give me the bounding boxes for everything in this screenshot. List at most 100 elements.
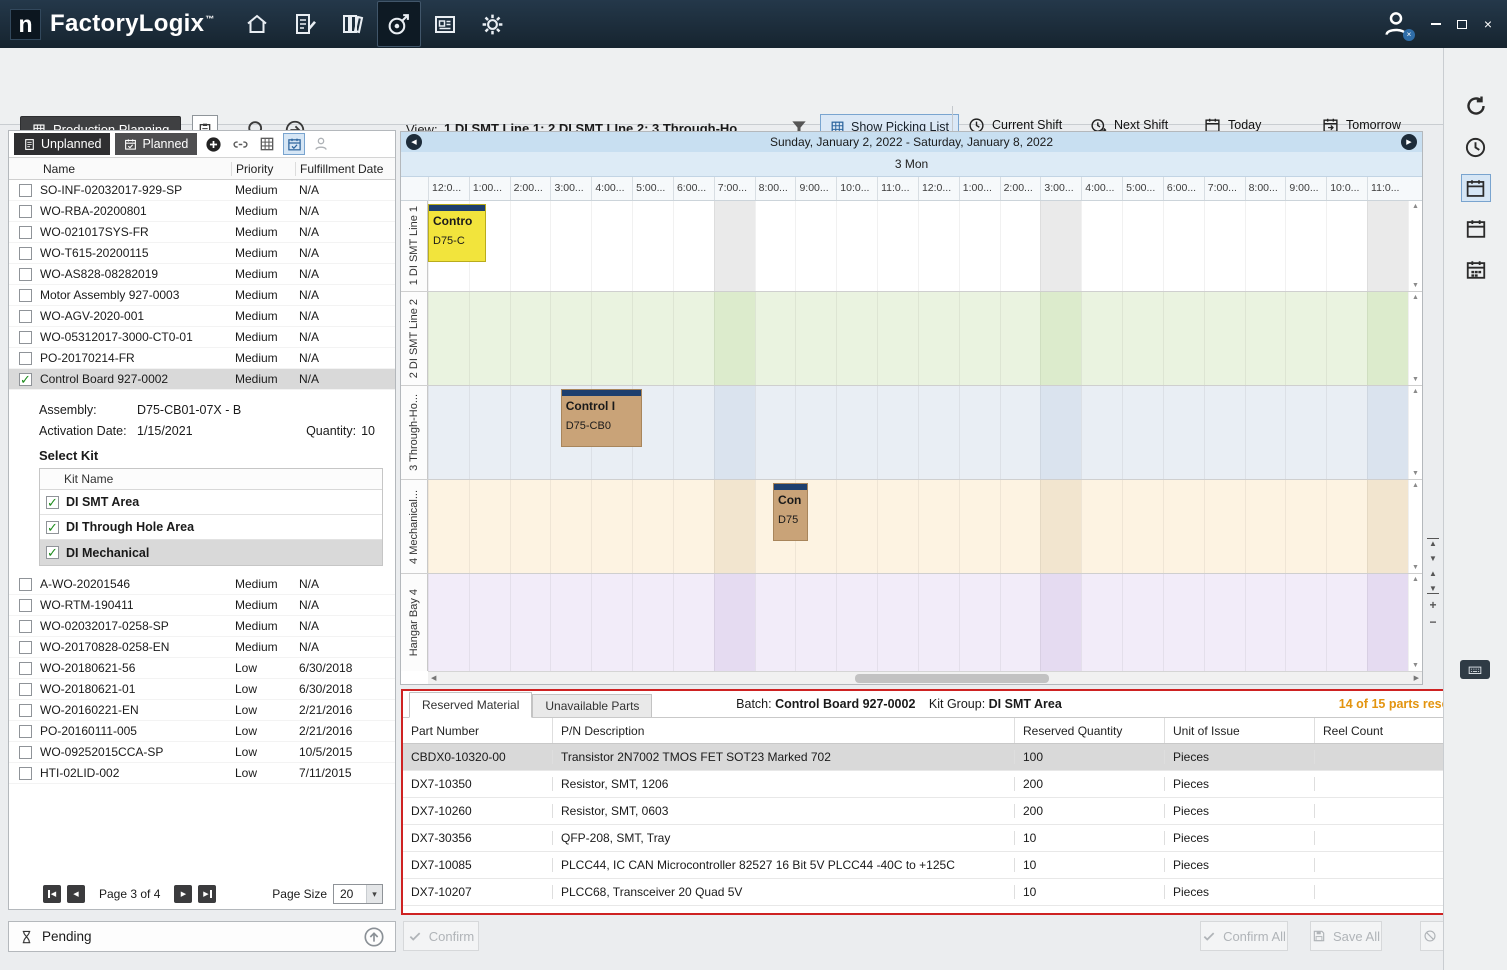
work-order-checkbox[interactable] [19,289,32,302]
horizontal-scrollbar[interactable]: ◀ ▶ [428,671,1422,684]
lane-grid[interactable]: ControD75-C [428,201,1408,291]
work-order-row[interactable]: WO-021017SYS-FRMediumN/A [9,222,395,243]
batch-grid-button[interactable] [256,133,278,155]
maximize-button[interactable] [1451,13,1473,35]
lane-scroll-up-icon[interactable]: ▲ [1412,576,1419,583]
work-order-row[interactable]: SO-INF-02032017-929-SPMediumN/A [9,180,395,201]
work-order-row[interactable]: HTI-02LID-002Low7/11/2015 [9,763,395,784]
work-order-checkbox[interactable] [19,352,32,365]
scroll-right-icon[interactable]: ▶ [1414,674,1419,682]
nav-scheduling-button[interactable] [377,1,421,47]
close-button[interactable]: × [1477,13,1499,35]
work-order-checkbox[interactable] [19,247,32,260]
lane-scroll-down-icon[interactable]: ▼ [1412,376,1419,383]
lane-scrollbar[interactable]: ▲▼ [1408,386,1422,479]
nav-news-button[interactable] [421,0,469,48]
work-order-row[interactable]: WO-20160221-ENLow2/21/2016 [9,700,395,721]
column-header-reserved-quantity[interactable]: Reserved Quantity [1015,718,1165,743]
next-page-button[interactable]: ▶ [174,885,192,903]
timeline-view-button[interactable] [1461,133,1491,161]
work-order-checkbox[interactable] [19,683,32,696]
lane-scroll-down-icon[interactable]: ▼ [1412,564,1419,571]
schedule-task[interactable]: ConD75 [773,483,808,541]
last-page-button[interactable]: ▶ [198,885,216,903]
week-view-button[interactable] [1461,215,1491,243]
lane-grid[interactable]: Control ID75-CB0 [428,386,1408,479]
kit-checkbox[interactable]: ✓ [46,546,59,559]
page-up-button[interactable]: ▲ [1427,569,1439,578]
work-order-row[interactable]: A-WO-20201546MediumN/A [9,574,395,595]
link-work-order-button[interactable] [229,133,251,155]
scroll-left-icon[interactable]: ◀ [431,674,436,682]
nav-library-button[interactable] [329,0,377,48]
previous-period-button[interactable]: ◀ [406,134,422,150]
work-order-checkbox[interactable] [19,725,32,738]
nav-work-orders-button[interactable] [281,0,329,48]
lane-scroll-down-icon[interactable]: ▼ [1412,662,1419,669]
work-order-row[interactable]: WO-T615-20200115MediumN/A [9,243,395,264]
part-row[interactable]: DX7-10085PLCC44, IC CAN Microcontroller … [403,852,1470,879]
column-header-description[interactable]: P/N Description [553,718,1015,743]
work-order-checkbox[interactable] [19,184,32,197]
lane-grid[interactable] [428,292,1408,385]
work-order-checkbox[interactable] [19,746,32,759]
work-order-checkbox[interactable] [19,767,32,780]
work-order-row[interactable]: WO-20180621-56Low6/30/2018 [9,658,395,679]
refresh-button[interactable] [1461,92,1491,120]
virtual-keyboard-button[interactable] [1460,660,1490,679]
work-order-row[interactable]: PO-20160111-005Low2/21/2016 [9,721,395,742]
work-order-row[interactable]: WO-09252015CCA-SPLow10/5/2015 [9,742,395,763]
part-row[interactable]: DX7-30356QFP-208, SMT, Tray10Pieces1 [403,825,1470,852]
schedule-task[interactable]: Control ID75-CB0 [561,389,643,447]
work-order-checkbox[interactable] [19,268,32,281]
lane-scroll-down-icon[interactable]: ▼ [1412,282,1419,289]
part-row[interactable]: DX7-10350Resistor, SMT, 1206200Pieces1 [403,771,1470,798]
lane-scroll-up-icon[interactable]: ▲ [1412,388,1419,395]
work-order-row[interactable]: WO-20170828-0258-ENMediumN/A [9,637,395,658]
lane-grid[interactable]: ConD75 [428,480,1408,573]
kit-row[interactable]: ✓DI Through Hole Area [40,515,382,540]
work-order-row[interactable]: ✓Control Board 927-0002MediumN/A [9,369,395,390]
lane-scrollbar[interactable]: ▲▼ [1408,292,1422,385]
day-view-button[interactable] [1461,174,1491,202]
column-header-priority[interactable]: Priority [231,162,295,176]
lane-grid[interactable] [428,574,1408,671]
work-order-row[interactable]: WO-05312017-3000-CT0-01MediumN/A [9,327,395,348]
nav-settings-button[interactable] [469,0,517,48]
column-header-part-number[interactable]: Part Number [403,718,553,743]
next-period-button[interactable]: ▶ [1401,134,1417,150]
kit-row[interactable]: ✓DI Mechanical [40,540,382,565]
expand-panel-button[interactable] [363,926,385,948]
work-order-row[interactable]: WO-AGV-2020-001MediumN/A [9,306,395,327]
user-account-button[interactable]: × [1381,9,1411,39]
column-header-kit-name[interactable]: Kit Name [40,472,113,486]
work-order-row[interactable]: WO-RBA-20200801MediumN/A [9,201,395,222]
lane-scrollbar[interactable]: ▲▼ [1408,201,1422,291]
column-header-name[interactable]: Name [9,162,231,176]
lane-scroll-up-icon[interactable]: ▲ [1412,294,1419,301]
confirm-all-button[interactable]: Confirm All [1200,921,1288,951]
tab-reserved-material[interactable]: Reserved Material [409,692,532,718]
month-view-button[interactable] [1461,256,1491,284]
page-size-select[interactable]: 20 ▾ [333,884,383,904]
column-header-fulfillment-date[interactable]: Fulfillment Date [295,162,395,176]
work-order-checkbox[interactable] [19,599,32,612]
scroll-bottom-button[interactable]: ▼ [1427,584,1439,594]
work-order-row[interactable]: PO-20170214-FRMediumN/A [9,348,395,369]
lane-scroll-up-icon[interactable]: ▲ [1412,203,1419,210]
first-page-button[interactable]: ◀ [43,885,61,903]
page-down-button[interactable]: ▼ [1427,554,1439,563]
work-order-checkbox[interactable] [19,704,32,717]
zoom-in-button[interactable]: + [1427,600,1439,611]
work-order-checkbox[interactable] [19,662,32,675]
kit-checkbox[interactable]: ✓ [46,496,59,509]
work-order-row[interactable]: WO-20180621-01Low6/30/2018 [9,679,395,700]
work-order-checkbox[interactable] [19,226,32,239]
tab-planned[interactable]: Planned [115,133,197,155]
lane-scroll-up-icon[interactable]: ▲ [1412,482,1419,489]
part-row[interactable]: DX7-10260Resistor, SMT, 0603200Pieces1 [403,798,1470,825]
lane-scrollbar[interactable]: ▲▼ [1408,574,1422,671]
lane-scroll-down-icon[interactable]: ▼ [1412,470,1419,477]
work-order-checkbox[interactable] [19,310,32,323]
add-work-order-button[interactable] [202,133,224,155]
